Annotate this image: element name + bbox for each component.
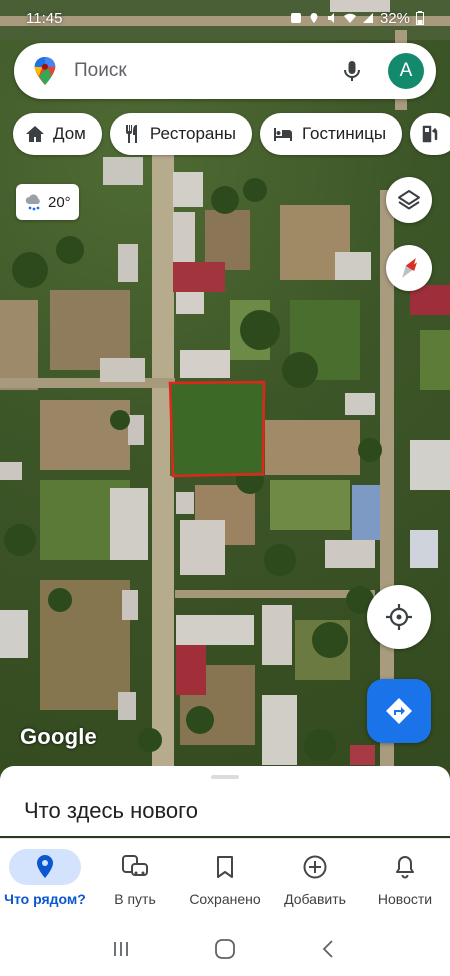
google-attribution: Google <box>20 724 97 749</box>
battery-percent: 32% <box>379 9 410 27</box>
layers-icon <box>398 190 420 210</box>
nav-go-icon-wrap <box>99 849 171 885</box>
compass-icon <box>402 258 417 278</box>
back-icon[interactable] <box>319 939 339 959</box>
home-button-icon[interactable] <box>214 938 236 960</box>
bell-icon <box>396 856 414 879</box>
sheet-drag-handle[interactable] <box>211 775 239 779</box>
gas-station-icon <box>422 125 438 143</box>
nav-explore-icon-wrap <box>9 849 81 885</box>
my-location-icon <box>386 604 412 630</box>
bottom-sheet[interactable]: Что здесь нового <box>0 766 450 836</box>
battery-icon <box>416 11 424 25</box>
status-time: 11:45 <box>26 9 63 27</box>
mute-icon <box>327 13 334 23</box>
nav-updates[interactable]: Новости <box>360 839 450 922</box>
chip-label: Гостиницы <box>301 124 387 143</box>
nav-go[interactable]: В путь <box>90 839 180 922</box>
category-chips: Дом Рестораны Гостиницы <box>13 113 450 155</box>
status-bar: 11:45 32% <box>0 0 450 36</box>
system-navigation-bar <box>0 922 450 976</box>
my-location-button[interactable] <box>367 585 431 649</box>
chip-gas[interactable] <box>410 113 450 155</box>
layers-button[interactable] <box>386 177 432 223</box>
nav-label: Сохранено <box>189 891 261 907</box>
wifi-icon <box>343 13 356 23</box>
nav-contribute[interactable]: Добавить <box>270 839 360 922</box>
location-status-icon <box>310 13 318 23</box>
status-icons: 32% <box>290 10 424 27</box>
bookmark-icon <box>217 856 233 878</box>
location-pin-icon <box>37 855 53 878</box>
recent-apps-icon[interactable] <box>111 939 131 959</box>
chip-label: Рестораны <box>149 124 236 143</box>
nav-label: Добавить <box>284 891 346 907</box>
directions-button[interactable] <box>367 679 431 743</box>
restaurant-icon <box>125 125 137 143</box>
search-bar[interactable]: Поиск A <box>14 43 436 99</box>
sheet-title: Что здесь нового <box>24 798 198 823</box>
chip-hotels[interactable]: Гостиницы <box>259 113 403 155</box>
nav-contribute-icon-wrap <box>279 849 351 885</box>
hotel-icon <box>273 128 292 141</box>
nav-label: В путь <box>114 891 156 907</box>
commute-icon <box>122 855 148 876</box>
google-maps-pin-icon <box>34 56 56 86</box>
home-icon <box>26 126 44 142</box>
nav-updates-icon-wrap <box>369 849 441 885</box>
nav-label: Что рядом? <box>4 891 86 907</box>
directions-icon <box>386 698 412 724</box>
microphone-icon[interactable] <box>340 59 364 83</box>
weather-temperature: 20° <box>48 193 71 211</box>
chip-home[interactable]: Дом <box>13 113 102 155</box>
search-placeholder[interactable]: Поиск <box>74 60 340 82</box>
weather-badge[interactable]: 20° <box>16 184 79 220</box>
nav-explore[interactable]: Что рядом? <box>0 839 90 922</box>
bottom-navigation: Что рядом? В путь Сохранено Добавить Нов… <box>0 838 450 922</box>
add-circle-icon <box>303 855 327 879</box>
nav-saved-icon-wrap <box>189 849 261 885</box>
account-avatar[interactable]: A <box>388 53 424 89</box>
signal-icon <box>362 13 373 23</box>
nav-saved[interactable]: Сохранено <box>180 839 270 922</box>
nav-label: Новости <box>377 891 433 907</box>
chip-label: Дом <box>53 124 86 143</box>
compass-button[interactable] <box>386 245 432 291</box>
rain-cloud-icon <box>25 194 40 211</box>
notification-icon <box>290 13 301 23</box>
chip-restaurants[interactable]: Рестораны <box>109 113 252 155</box>
